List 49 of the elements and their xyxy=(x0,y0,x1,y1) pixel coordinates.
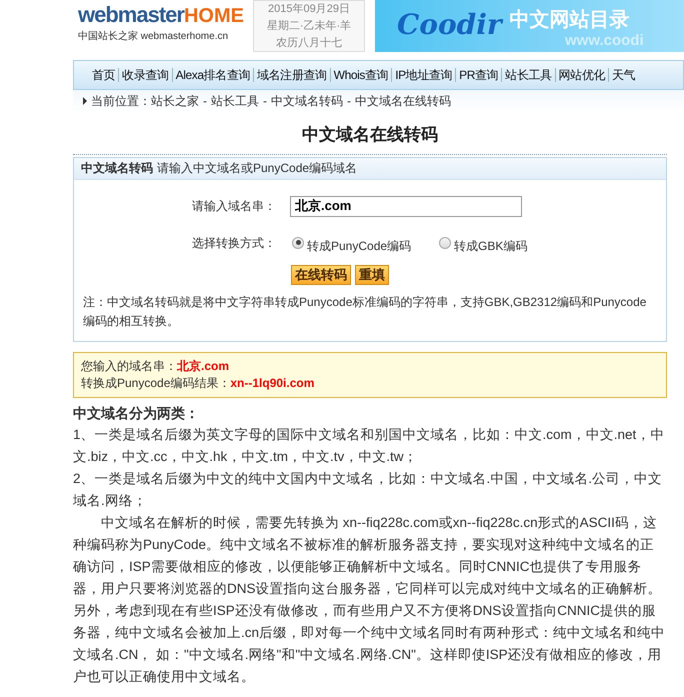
nav-link[interactable]: 收录查询 xyxy=(122,66,169,84)
form-button[interactable]: 重填 xyxy=(355,264,389,284)
date-text: 农历八月十七 xyxy=(276,36,342,50)
note-text: 注：中文域名转码就是将中文字符串转成Punycode标准编码的字符串，支持GBK,GB2312编码和Punycode编码的相互转换。 xyxy=(83,294,648,330)
form-button[interactable]: 在线转码 xyxy=(291,264,351,284)
result-label: 转换成Punycode编码结果： xyxy=(81,374,230,392)
triangle-icon xyxy=(83,97,87,105)
nav-link[interactable]: 首页 xyxy=(92,66,116,84)
result-label: 您输入的域名串： xyxy=(81,358,177,374)
breadcrumb-separator: - xyxy=(263,93,267,110)
nav-link[interactable]: Whois查询 xyxy=(334,66,388,84)
article-paragraph: 1、一类是域名后缀为英文字母的国际中文域名和别国中文域名，比如：中文.com，中文.net，中文.biz，中文.cc，中文.hk，中文.tm，中文.tv，中文.tw； xyxy=(73,426,666,466)
logo-wordmark: webmaster xyxy=(78,4,184,26)
panel-subheading: 请输入中文域名或PunyCode编码域名 xyxy=(157,160,358,177)
logo-accent: HOME xyxy=(184,6,244,26)
mode-label: 选择转换方式： xyxy=(192,234,277,252)
date-text: 2015年09月29日 xyxy=(268,2,350,16)
input-label: 请输入域名串： xyxy=(192,198,277,215)
nav-link[interactable]: Alexa排名查询 xyxy=(176,66,250,84)
logo-tagline: 中国站长之家 webmasterhome.cn xyxy=(78,30,230,44)
breadcrumb-link[interactable]: 站长工具 xyxy=(211,92,259,110)
breadcrumb-link[interactable]: 中文域名转码 xyxy=(271,92,343,110)
article-heading: 中文域名分为两类： xyxy=(73,404,200,422)
breadcrumb-label: 当前位置： xyxy=(91,93,151,110)
banner-faint-text: www.coodi xyxy=(565,32,644,49)
radio-label: 转成GBK编码 xyxy=(454,238,528,254)
page-title: 中文域名在线转码 xyxy=(73,122,667,154)
breadcrumb-link[interactable]: 中文域名在线转码 xyxy=(355,92,451,110)
nav-link[interactable]: 域名注册查询 xyxy=(257,66,327,84)
article-paragraph: 2、一类是域名后缀为中文的纯中文国内中文域名，比如：中文域名.中国，中文域名.公司，中文域名.网络； xyxy=(73,470,664,510)
nav-link[interactable]: PR查询 xyxy=(459,66,498,84)
result-value: 北京.com xyxy=(177,358,230,374)
domain-input[interactable]: 北京.com xyxy=(290,196,522,216)
panel-heading: 中文域名转码 xyxy=(81,160,153,177)
nav-link[interactable]: 站长工具 xyxy=(505,66,552,84)
article-paragraph: 中文域名在解析的时候，需要先转换为 xn--fiq228c.com或xn--fiq228c.cn形式的ASCII码，这种编码称为PunyCode。纯中文域名不被标准的解析服务器支持，要实现对这种纯中文域名的正确访问，ISP需要做相应的修改，以便能够正确解析中文域名。同时CNNIC也提供了专用服务器，用户只要将浏览器的DNS设置指向这台服务器，它同样可以完成对纯中文域名的正确解析。另外，考虑到现在有些ISP还没有做修改，而有些用户又不方便将DNS设置指向CNNIC提供的服务器，纯中文域名会被加上.cn后缀，即对每一个纯中文域名同时有两种形式：纯中文域名和纯中文域名.CN， 如："中文域名.网络"和"中文域名.网络.CN"。这样即使ISP还没有做相应的修改，用户也可以正确使用中文域名。 xyxy=(73,514,666,686)
date-text: 星期二·乙未年·羊 xyxy=(266,18,352,34)
breadcrumb-separator: - xyxy=(203,93,207,110)
banner-title: 中文网站目录 xyxy=(510,8,630,32)
nav-link[interactable]: 天气 xyxy=(612,66,636,84)
nav-link[interactable]: 网站优化 xyxy=(558,66,606,84)
banner-brand: Coodir xyxy=(397,7,502,43)
result-value: xn--1lq90i.com xyxy=(230,374,314,392)
radio-label: 转成PunyCode编码 xyxy=(307,238,412,254)
breadcrumb-separator: - xyxy=(347,93,351,110)
breadcrumb-link[interactable]: 站长之家 xyxy=(151,92,199,110)
radio-button[interactable] xyxy=(439,236,452,248)
nav-link[interactable]: IP地址查询 xyxy=(395,66,452,84)
radio-button[interactable] xyxy=(292,236,304,248)
